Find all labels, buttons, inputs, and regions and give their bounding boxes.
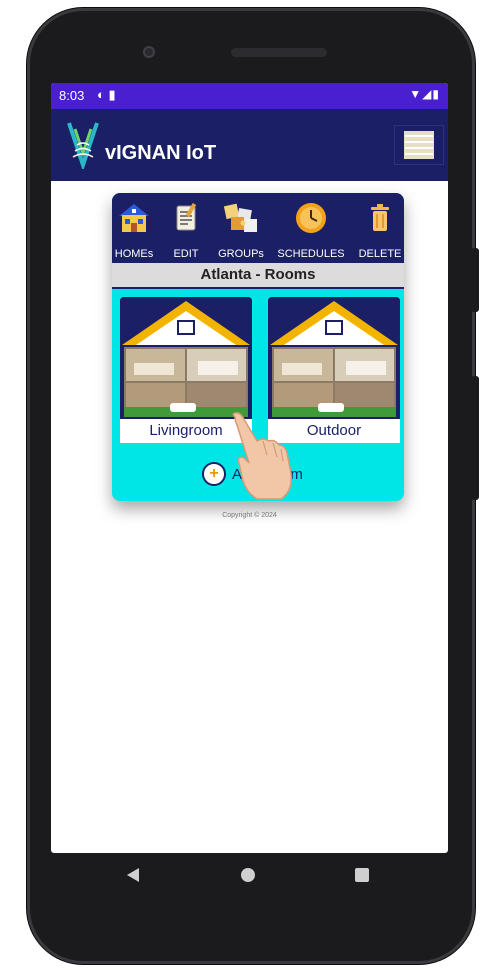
toolbar-label: EDIT [173, 248, 199, 260]
notification-icons: ◐ ▮ [97, 87, 116, 102]
toolbar-edit[interactable]: EDIT [164, 193, 208, 263]
toolbar-schedules[interactable]: SCHEDULES [276, 193, 346, 263]
copyright-text: Copyright © 2024 [222, 512, 277, 519]
hamburger-menu-button[interactable] [394, 125, 444, 165]
volume-rocker [471, 376, 479, 500]
toolbar-label: DELETE [358, 248, 402, 260]
clock-icon [296, 203, 326, 233]
home-icon[interactable] [241, 868, 255, 882]
recents-icon[interactable] [355, 868, 369, 882]
toolbar-label: HOMEs [114, 248, 154, 260]
house-rooms-icon [120, 297, 252, 419]
edit-icon [176, 202, 197, 231]
house-rooms-icon [268, 297, 400, 419]
app-bar: vIGNAN IoT [51, 109, 448, 181]
toolbar-label: GROUPs [218, 248, 264, 260]
tap-hand-icon [232, 412, 293, 500]
room-image [268, 297, 400, 419]
home-toolbar: HOMEs EDIT GROUPs SCHEDULES DELETE [112, 193, 404, 263]
toolbar-homes[interactable]: HOMEs [112, 193, 156, 263]
front-camera [143, 46, 155, 58]
phone-screen: 8:03 ◐ ▮ ▼◢▮ vIGNAN IoT HOMEs EDIT GROUP… [51, 83, 448, 853]
plus-icon: + [202, 462, 226, 486]
toolbar-groups[interactable]: GROUPs [216, 193, 266, 263]
back-icon[interactable] [126, 867, 140, 883]
toolbar-delete[interactable]: DELETE [356, 193, 404, 263]
trash-icon [371, 204, 389, 231]
android-nav-bar [51, 853, 448, 897]
system-status-icons: ▼◢▮ [409, 87, 440, 101]
status-time: 8:03 [59, 88, 85, 103]
puzzle-icon [223, 203, 257, 232]
antenna-logo-icon [67, 122, 99, 169]
room-image [120, 297, 252, 419]
toolbar-label: SCHEDULES [277, 248, 345, 260]
house-icon [119, 204, 149, 232]
status-bar: 8:03 ◐ ▮ ▼◢▮ [51, 83, 448, 109]
hamburger-menu-icon [404, 131, 434, 159]
rooms-title: Atlanta - Rooms [112, 263, 404, 289]
earpiece-speaker [231, 48, 327, 57]
power-button [471, 248, 479, 312]
app-title: vIGNAN IoT [105, 142, 217, 164]
